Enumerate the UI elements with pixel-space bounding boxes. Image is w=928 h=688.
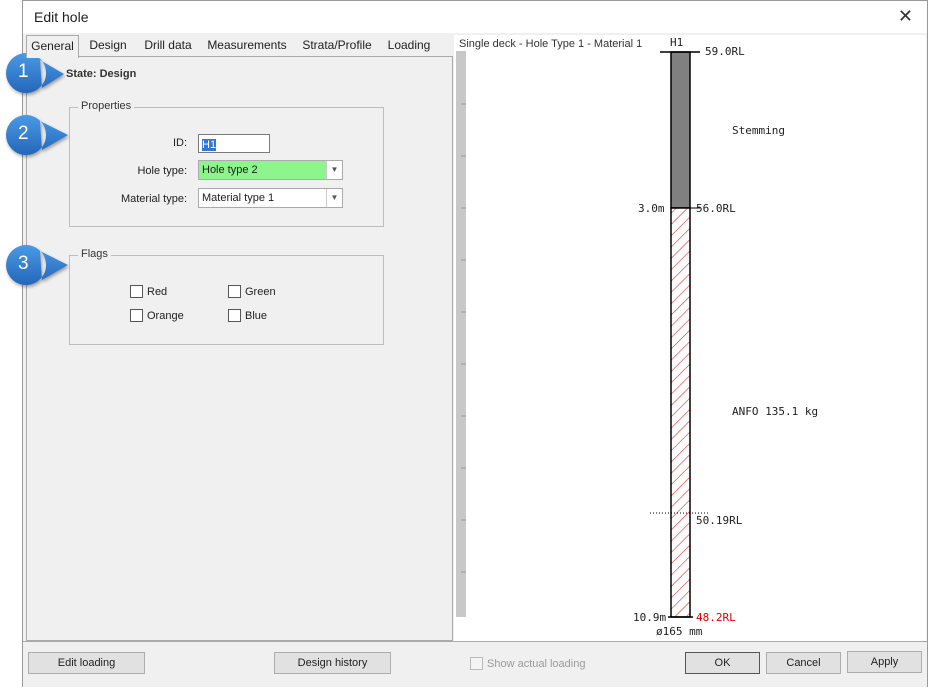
bottom-depth-label: 10.9m [633,611,667,624]
tab-general[interactable]: General [26,35,79,58]
dotted-rl-label: 50.19RL [696,514,743,527]
bottom-rl-label: 48.2RL [696,611,736,624]
edit-hole-dialog: Edit hole ✕ General Design Drill data Me… [22,0,928,687]
diameter-label: ø165 mm [656,625,703,638]
edit-loading-button[interactable]: Edit loading [28,652,145,674]
callout-2-number: 2 [18,123,29,144]
callout-1-number: 1 [18,61,29,82]
ok-button[interactable]: OK [685,652,760,674]
top-rl-label: 59.0RL [705,45,745,58]
stemming-depth-label: 3.0m [638,202,665,215]
splitter-ticks [461,103,466,573]
callout-2 [6,115,68,155]
callout-3 [6,245,68,285]
charge-label: ANFO 135.1 kg [732,405,819,418]
checkbox-box [470,657,483,670]
stemming-deck [670,51,691,209]
stemming-label: Stemming [732,124,785,137]
design-history-button[interactable]: Design history [274,652,391,674]
cancel-button[interactable]: Cancel [766,652,841,674]
apply-button[interactable]: Apply [847,651,922,673]
show-actual-loading-label: Show actual loading [487,657,586,670]
hole-diagram [461,51,710,618]
hole-id-label: H1 [670,36,684,49]
charge-deck [670,207,691,618]
callout-3-number: 3 [18,253,29,274]
callout-1 [6,53,64,93]
show-actual-loading-checkbox: Show actual loading [470,657,585,670]
stemming-rl-label: 56.0RL [696,202,736,215]
